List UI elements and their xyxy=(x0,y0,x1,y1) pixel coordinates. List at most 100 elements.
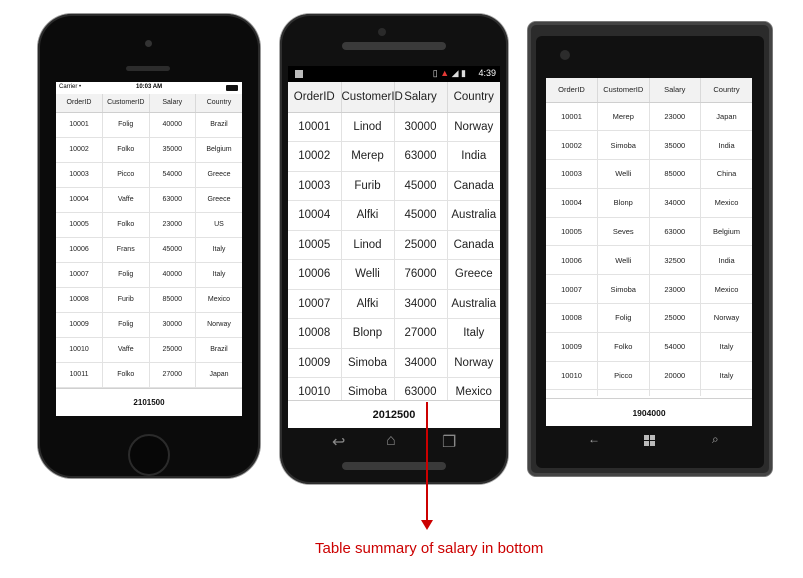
cell-salary: 25000 xyxy=(649,303,701,333)
table-row[interactable]: 10005 Linod 25000 Canada xyxy=(288,230,500,260)
column-header-salary[interactable]: Salary xyxy=(649,78,701,103)
table-row[interactable]: 10001 Folig 40000 Brazil xyxy=(56,112,242,138)
table-row[interactable]: 10003 Welli 85000 China xyxy=(546,159,752,189)
cell-orderid: 10008 xyxy=(546,303,598,333)
carrier-label: Carrier • xyxy=(59,84,82,90)
cell-orderid: 10003 xyxy=(546,159,598,189)
annotation-arrow-line xyxy=(426,402,428,522)
grid-header-row: OrderID CustomerID Salary Country xyxy=(56,94,242,113)
table-row[interactable]: 10005 Seves 63000 Belgium xyxy=(546,217,752,247)
column-header-salary[interactable]: Salary xyxy=(149,94,196,113)
search-icon[interactable]: ⌕ xyxy=(712,432,719,447)
front-camera xyxy=(560,50,570,60)
clock: 4:39 xyxy=(478,68,496,78)
table-row[interactable]: 10004 Alfki 45000 Australia xyxy=(288,200,500,231)
table-row[interactable]: 10001 Merep 23000 Japan xyxy=(546,102,752,132)
table-row[interactable]: 10011 Folko 27000 Japan xyxy=(56,362,242,388)
android-nav-bar: ↩ ⌂ ❐ xyxy=(288,428,500,458)
cell-country: Italy xyxy=(447,318,500,349)
cell-salary: 23000 xyxy=(149,212,196,238)
table-row[interactable]: 10008 Blonp 27000 Italy xyxy=(288,318,500,349)
cell-salary: 85000 xyxy=(649,159,701,189)
cell-orderid: 10008 xyxy=(56,287,103,313)
cell-salary: 45000 xyxy=(394,200,448,231)
table-row[interactable]: 10010 Simoba 63000 Mexico xyxy=(288,377,500,400)
table-row[interactable]: 10003 Furib 45000 Canada xyxy=(288,171,500,201)
column-header-orderid[interactable]: OrderID xyxy=(288,82,342,113)
cell-country: Italy xyxy=(700,361,752,391)
cell-orderid: 10011 xyxy=(546,389,598,396)
cell-orderid: 10007 xyxy=(288,289,342,319)
table-row[interactable]: 10002 Simoba 35000 India xyxy=(546,130,752,161)
table-row[interactable]: 10006 Welli 32500 India xyxy=(546,245,752,276)
table-row[interactable]: 10002 Merep 63000 India xyxy=(288,141,500,172)
ios-status-bar: Carrier • 10:03 AM xyxy=(56,82,242,94)
column-header-customerid[interactable]: CustomerID xyxy=(102,94,150,113)
table-row[interactable]: 10001 Linod 30000 Norway xyxy=(288,112,500,142)
column-header-customerid[interactable]: CustomerID xyxy=(341,82,403,113)
recents-icon[interactable]: ❐ xyxy=(442,432,456,452)
cell-country: Greece xyxy=(195,162,242,188)
cell-salary: 34000 xyxy=(394,289,448,319)
table-row[interactable]: 10010 Vaffe 25000 Brazil xyxy=(56,337,242,363)
back-arrow-icon[interactable]: ← xyxy=(588,432,600,446)
cell-salary: 34000 xyxy=(394,348,448,378)
column-header-customerid[interactable]: CustomerID xyxy=(597,78,650,103)
cell-customerid: Blonp xyxy=(341,318,395,349)
cell-salary: 63000 xyxy=(394,377,448,400)
table-row[interactable]: 10008 Folig 25000 Norway xyxy=(546,303,752,333)
cell-country: Norway xyxy=(447,112,500,142)
column-header-country[interactable]: Country xyxy=(195,94,242,113)
table-row[interactable]: 10004 Vaffe 63000 Greece xyxy=(56,187,242,213)
table-row[interactable]: 10006 Frans 45000 Italy xyxy=(56,237,242,263)
cell-orderid: 10007 xyxy=(56,262,103,288)
column-header-country[interactable]: Country xyxy=(447,82,500,113)
column-header-country[interactable]: Country xyxy=(700,78,752,103)
cell-salary: 25000 xyxy=(394,230,448,260)
cell-orderid: 10005 xyxy=(288,230,342,260)
home-icon[interactable]: ⌂ xyxy=(386,432,396,450)
windows-start-icon[interactable] xyxy=(644,435,655,446)
windows-nav-bar: ← ⌕ xyxy=(546,430,752,454)
home-button[interactable] xyxy=(128,434,170,476)
cell-customerid: Vaffe xyxy=(102,187,150,213)
annotation-caption: Table summary of salary in bottom xyxy=(315,540,544,557)
table-row[interactable]: 10010 Picco 20000 Italy xyxy=(546,361,752,391)
table-row[interactable]: 10009 Folig 30000 Norway xyxy=(56,312,242,338)
cell-customerid: Folko xyxy=(102,212,150,238)
cell-customerid: Furib xyxy=(341,171,395,201)
table-row[interactable]: 10004 Blonp 34000 Mexico xyxy=(546,188,752,218)
cell-orderid: 10010 xyxy=(56,337,103,363)
windows-phone-device: OrderID CustomerID Salary Country 10001 M… xyxy=(528,22,772,476)
cell-salary: 63000 xyxy=(394,141,448,172)
table-row[interactable]: 10007 Folig 40000 Italy xyxy=(56,262,242,288)
table-row[interactable]: 10011Furib25000US xyxy=(546,389,752,396)
cell-salary: 32500 xyxy=(649,245,701,276)
back-icon[interactable]: ↩ xyxy=(332,432,345,452)
windows-data-grid: OrderID CustomerID Salary Country 10001 M… xyxy=(546,78,752,396)
cell-salary: 23000 xyxy=(649,274,701,305)
table-row[interactable]: 10009 Simoba 34000 Norway xyxy=(288,348,500,378)
cell-customerid: Frans xyxy=(102,237,150,263)
cell-orderid: 10005 xyxy=(56,212,103,238)
table-row[interactable]: 10007 Simoba 23000 Mexico xyxy=(546,274,752,305)
cell-customerid: Folko xyxy=(102,137,150,163)
cell-customerid: Simoba xyxy=(597,274,650,305)
front-camera xyxy=(145,40,152,47)
android-data-grid: OrderID CustomerID Salary Country 10001 L… xyxy=(288,82,500,400)
cell-country: Norway xyxy=(447,348,500,378)
ios-data-grid: OrderID CustomerID Salary Country 10001 F… xyxy=(56,94,242,388)
table-row[interactable]: 10005 Folko 23000 US xyxy=(56,212,242,238)
table-row[interactable]: 10008 Furib 85000 Mexico xyxy=(56,287,242,313)
table-row[interactable]: 10002 Folko 35000 Belgium xyxy=(56,137,242,163)
column-header-orderid[interactable]: OrderID xyxy=(546,78,598,103)
table-row[interactable]: 10009 Folko 54000 Italy xyxy=(546,332,752,362)
cell-country: Belgium xyxy=(700,217,752,247)
cell-country: Japan xyxy=(195,362,242,388)
cell-orderid: 10006 xyxy=(288,259,342,290)
column-header-orderid[interactable]: OrderID xyxy=(56,94,103,113)
table-row[interactable]: 10007 Alfki 34000 Australia xyxy=(288,289,500,319)
cell-salary: 27000 xyxy=(394,318,448,349)
table-row[interactable]: 10003 Picco 54000 Greece xyxy=(56,162,242,188)
table-row[interactable]: 10006 Welli 76000 Greece xyxy=(288,259,500,290)
